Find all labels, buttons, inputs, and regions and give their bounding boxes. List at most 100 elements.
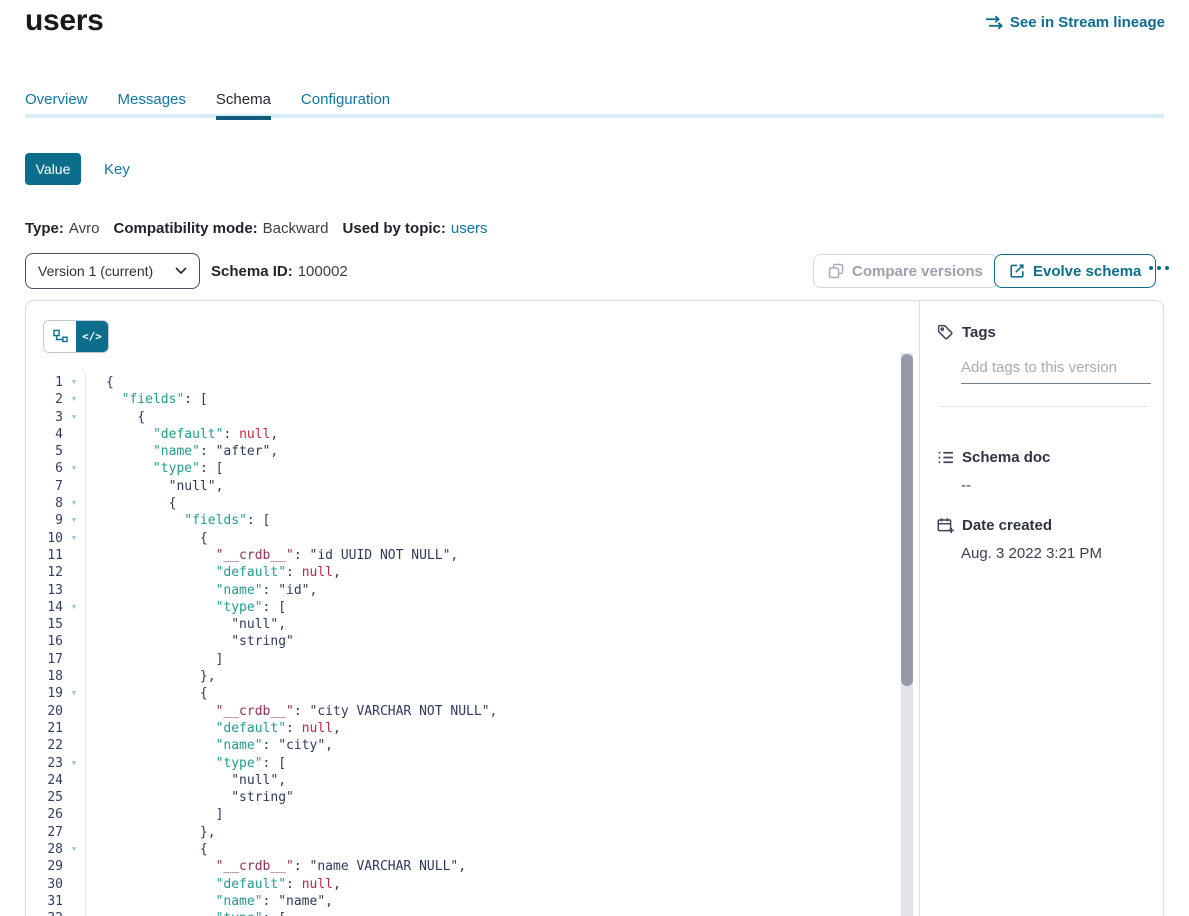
code-line: 3▼ { (26, 409, 919, 426)
used-by-topic-label: Used by topic: (343, 220, 446, 237)
fold-toggle-icon[interactable]: ▼ (63, 755, 85, 772)
schema-page: users See in Stream lineage Overview Mes… (0, 0, 1189, 916)
fold-toggle-icon[interactable]: ▼ (63, 374, 85, 391)
fold-spacer (63, 737, 85, 754)
fold-toggle-icon[interactable]: ▼ (63, 391, 85, 408)
code-line: 31 "name": "name", (26, 893, 919, 910)
code-line: 13 "name": "id", (26, 582, 919, 599)
code-text: "default": null, (85, 876, 919, 893)
code-text: "name": "id", (85, 582, 919, 599)
line-number: 4 (26, 426, 63, 443)
fold-toggle-icon[interactable]: ▼ (63, 841, 85, 858)
line-number: 27 (26, 824, 63, 841)
code-text: "default": null, (85, 426, 919, 443)
line-number: 20 (26, 703, 63, 720)
see-in-stream-lineage-link[interactable]: See in Stream lineage (985, 14, 1165, 31)
schema-detail-panel: </> 1▼{2▼ "fields": [3▼ {4 "default": nu… (25, 300, 1164, 916)
line-number: 6 (26, 460, 63, 477)
schema-id-label: Schema ID: (211, 263, 293, 280)
line-number: 28 (26, 841, 63, 858)
fold-toggle-icon[interactable]: ▼ (63, 685, 85, 702)
code-line: 27 }, (26, 824, 919, 841)
line-number: 16 (26, 633, 63, 650)
list-icon (937, 449, 954, 466)
fold-spacer (63, 806, 85, 823)
fold-spacer (63, 668, 85, 685)
code-line: 5 "name": "after", (26, 443, 919, 460)
schema-doc-title: Schema doc (962, 449, 1050, 466)
code-view-button[interactable]: </> (76, 321, 108, 352)
fold-spacer (63, 616, 85, 633)
line-number: 22 (26, 737, 63, 754)
fold-toggle-icon[interactable]: ▼ (63, 460, 85, 477)
version-select-value: Version 1 (current) (38, 263, 153, 279)
tags-section-title: Tags (962, 324, 996, 341)
fold-spacer (63, 564, 85, 581)
fold-spacer (63, 478, 85, 495)
code-scrollbar-thumb[interactable] (901, 354, 913, 686)
compare-versions-button[interactable]: Compare versions (813, 254, 998, 288)
line-number: 10 (26, 530, 63, 547)
evolve-schema-label: Evolve schema (1033, 263, 1141, 280)
tree-view-icon (53, 329, 68, 344)
fold-toggle-icon[interactable]: ▼ (63, 530, 85, 547)
version-select[interactable]: Version 1 (current) (25, 253, 200, 289)
code-line: 16 "string" (26, 633, 919, 650)
line-number: 8 (26, 495, 63, 512)
add-tags-input[interactable] (961, 357, 1151, 384)
fold-spacer (63, 582, 85, 599)
ellipsis-icon (1149, 266, 1153, 270)
line-number: 3 (26, 409, 63, 426)
date-created-section-header: Date created (937, 517, 1052, 534)
code-text: "default": null, (85, 720, 919, 737)
code-text: }, (85, 668, 919, 685)
fold-spacer (63, 703, 85, 720)
fold-toggle-icon[interactable]: ▼ (63, 599, 85, 616)
fold-spacer (63, 772, 85, 789)
code-text: { (85, 530, 919, 547)
code-line: 20 "__crdb__": "city VARCHAR NOT NULL", (26, 703, 919, 720)
line-number: 25 (26, 789, 63, 806)
value-toggle-button[interactable]: Value (25, 153, 81, 185)
fold-spacer (63, 893, 85, 910)
type-label: Type: (25, 220, 64, 237)
fold-toggle-icon[interactable]: ▼ (63, 512, 85, 529)
code-text: "__crdb__": "id UUID NOT NULL", (85, 547, 919, 564)
fold-toggle-icon[interactable]: ▼ (63, 409, 85, 426)
schema-doc-section-header: Schema doc (937, 449, 1050, 466)
tree-view-button[interactable] (44, 321, 76, 352)
tab-underline-track (25, 114, 1164, 118)
code-text: ] (85, 806, 919, 823)
evolve-schema-button[interactable]: Evolve schema (994, 254, 1156, 288)
code-line: 14▼ "type": [ (26, 599, 919, 616)
fold-toggle-icon[interactable]: ▼ (63, 910, 85, 916)
more-options-button[interactable] (1145, 262, 1173, 274)
fold-toggle-icon[interactable]: ▼ (63, 495, 85, 512)
code-line: 25 "string" (26, 789, 919, 806)
key-toggle-link[interactable]: Key (104, 161, 130, 178)
code-text: }, (85, 824, 919, 841)
fold-spacer (63, 633, 85, 650)
code-line: 4 "default": null, (26, 426, 919, 443)
code-text: "default": null, (85, 564, 919, 581)
line-number: 15 (26, 616, 63, 633)
sidebar-divider (939, 406, 1147, 407)
date-created-value: Aug. 3 2022 3:21 PM (961, 545, 1102, 562)
code-text: "fields": [ (85, 512, 919, 529)
schema-meta-row: Type:Avro Compatibility mode:Backward Us… (25, 220, 488, 237)
code-line: 12 "default": null, (26, 564, 919, 581)
code-text: "name": "city", (85, 737, 919, 754)
schema-id-value: 100002 (298, 263, 348, 280)
compatibility-label: Compatibility mode: (113, 220, 257, 237)
code-line: 22 "name": "city", (26, 737, 919, 754)
schema-json-editor[interactable]: 1▼{2▼ "fields": [3▼ {4 "default": null,5… (26, 374, 919, 916)
code-line: 9▼ "fields": [ (26, 512, 919, 529)
code-line: 29 "__crdb__": "name VARCHAR NULL", (26, 858, 919, 875)
code-line: 7 "null", (26, 478, 919, 495)
line-number: 13 (26, 582, 63, 599)
code-scrollbar[interactable] (901, 353, 913, 916)
view-mode-toggle: </> (43, 320, 109, 353)
code-text: "fields": [ (85, 391, 919, 408)
line-number: 19 (26, 685, 63, 702)
topic-link[interactable]: users (451, 220, 488, 237)
